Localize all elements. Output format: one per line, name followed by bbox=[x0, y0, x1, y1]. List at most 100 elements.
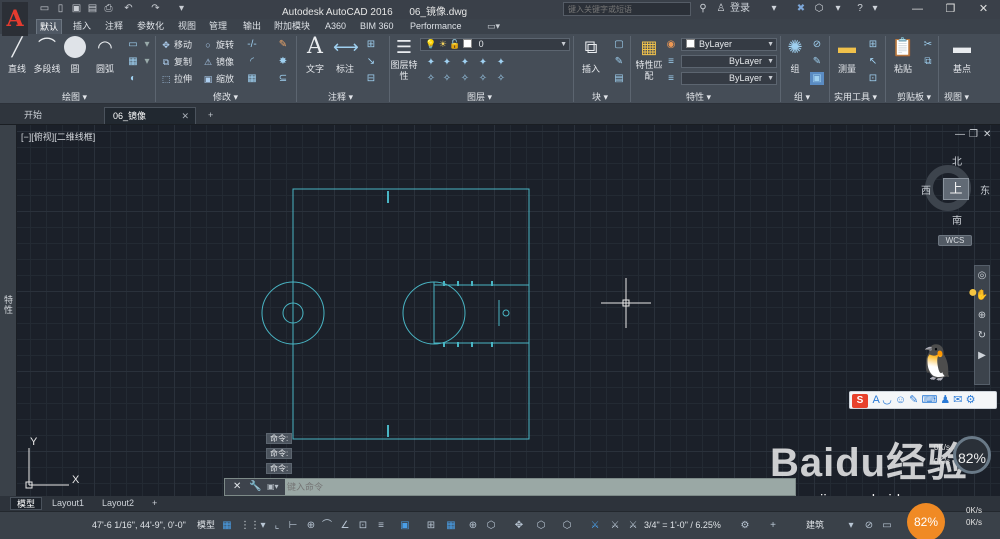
new-icon[interactable]: ▭ bbox=[38, 3, 51, 15]
isodraft-icon[interactable]: ⌒ bbox=[320, 518, 334, 533]
layer-tool-icon[interactable]: ✧ bbox=[424, 72, 438, 85]
group-select-icon[interactable]: ▣ bbox=[810, 72, 824, 85]
layer-tool-icon[interactable]: ✦ bbox=[476, 56, 490, 69]
panel-title-clipboard[interactable]: 剪贴板 ▾ bbox=[897, 91, 931, 103]
share-icon[interactable]: ▾ bbox=[175, 3, 188, 15]
leader-icon[interactable]: ↘ bbox=[364, 55, 378, 68]
fillet-icon[interactable]: ◜ bbox=[245, 55, 259, 68]
plot-icon[interactable]: ⎙ bbox=[102, 3, 115, 15]
utility-icon[interactable]: ⊡ bbox=[866, 72, 880, 85]
steering-wheel-icon[interactable]: ◎ bbox=[975, 266, 989, 286]
copy-tool[interactable]: ⧉ 复制 bbox=[160, 55, 192, 69]
quick-properties-icon[interactable]: ⬡ bbox=[560, 518, 574, 533]
customize-icon[interactable]: 🔧 bbox=[249, 479, 261, 495]
undo-icon[interactable]: ↶ bbox=[122, 3, 135, 15]
a360-icon[interactable]: ⬡ bbox=[812, 2, 826, 16]
panel-title-modify[interactable]: 修改 ▾ bbox=[213, 91, 238, 103]
qq-penguin-icon[interactable]: 🐧 bbox=[916, 340, 958, 386]
group-edit-icon[interactable]: ✎ bbox=[810, 55, 824, 68]
panel-title-view[interactable]: 视图 ▾ bbox=[944, 91, 969, 103]
viewcube[interactable]: 上 bbox=[943, 178, 969, 200]
panel-title-utilities[interactable]: 实用工具 ▾ bbox=[834, 91, 877, 103]
rotate-tool[interactable]: ○ 旋转 bbox=[202, 38, 234, 52]
close-button[interactable]: ✕ bbox=[967, 0, 1000, 19]
lightbulb-icon[interactable]: ● bbox=[968, 284, 978, 302]
panel-title-annotation[interactable]: 注释 ▾ bbox=[328, 91, 353, 103]
workspace-switch-icon[interactable]: ⚙ bbox=[738, 518, 752, 533]
block-attr-icon[interactable]: ▤ bbox=[612, 72, 626, 85]
trim-icon[interactable]: -/- bbox=[245, 38, 259, 51]
close-tab-icon[interactable]: ✕ bbox=[181, 108, 189, 125]
plus-icon[interactable]: + bbox=[766, 518, 780, 533]
dropdown-icon[interactable]: ▾ bbox=[140, 55, 154, 68]
ortho-icon[interactable]: ⊢ bbox=[286, 518, 300, 533]
circle-tool[interactable]: 圆 bbox=[58, 36, 92, 75]
help-icon[interactable]: ? bbox=[853, 2, 867, 16]
lineweight-status-icon[interactable]: ≡ bbox=[374, 518, 388, 533]
tab-layout2[interactable]: Layout2 bbox=[96, 497, 140, 510]
lineweight-dropdown[interactable]: ByLayer ▼ bbox=[681, 72, 777, 85]
tab-parametric[interactable]: 参数化 bbox=[134, 19, 167, 34]
annotation-autoscale-icon[interactable]: ⚔ bbox=[608, 518, 622, 533]
ucs-dynamic-icon[interactable]: ⊕ bbox=[466, 518, 480, 533]
gizmo-icon[interactable]: ✥ bbox=[512, 518, 526, 533]
sogou-input-toolbar[interactable]: S A ◡ ☺ ✎ ⌨ ♟ ✉ ⚙ bbox=[849, 391, 997, 409]
cut-icon[interactable]: ✂ bbox=[921, 38, 935, 51]
lineweight-icon[interactable]: ≡ bbox=[664, 72, 678, 85]
redo-icon[interactable]: ↷ bbox=[149, 3, 162, 15]
create-block-icon[interactable]: ▢ bbox=[612, 38, 626, 51]
tab-start[interactable]: 开始 bbox=[16, 107, 50, 124]
tab-manage[interactable]: 管理 bbox=[206, 19, 230, 34]
showmotion-icon[interactable]: ▶ bbox=[975, 346, 989, 366]
tab-drawing[interactable]: 06_镜像 ✕ bbox=[104, 107, 196, 124]
dropdown-icon[interactable]: ▾ bbox=[768, 2, 780, 16]
array-icon[interactable]: ▦ bbox=[245, 72, 259, 85]
panel-title-layers[interactable]: 图层 ▾ bbox=[467, 91, 492, 103]
layer-dropdown[interactable]: 💡 ☀ 🔓 0 ▼ bbox=[420, 38, 570, 51]
move-tool[interactable]: ✥ 移动 bbox=[160, 38, 192, 52]
line-tool[interactable]: ╱ 直线 bbox=[0, 36, 34, 75]
annotation-scale-icon[interactable]: ⚔ bbox=[626, 518, 640, 533]
mirror-tool[interactable]: ⚠ 镜像 bbox=[202, 55, 234, 69]
grid-icon[interactable]: ▦ bbox=[220, 518, 234, 533]
search-input[interactable] bbox=[563, 2, 691, 16]
layer-tool-icon[interactable]: ✧ bbox=[494, 72, 508, 85]
osnap-icon[interactable]: ⊡ bbox=[356, 518, 370, 533]
layer-tool-icon[interactable]: ✧ bbox=[440, 72, 454, 85]
infocenter-icon[interactable]: ⚲ bbox=[696, 2, 710, 16]
application-menu-button[interactable]: A bbox=[2, 2, 28, 36]
selection-cycling-icon[interactable]: ⊞ bbox=[424, 518, 438, 533]
annotation-monitor-icon[interactable]: ▦ bbox=[444, 518, 458, 533]
linear-dim-icon[interactable]: ⊞ bbox=[364, 38, 378, 51]
isolate-objects-icon[interactable]: ⊘ bbox=[862, 518, 876, 533]
tab-model[interactable]: 模型 bbox=[10, 497, 43, 510]
login-link[interactable]: 登录 bbox=[730, 2, 760, 16]
selection-filter-icon[interactable]: ⬡ bbox=[484, 518, 498, 533]
new-tab-button[interactable]: + bbox=[200, 107, 221, 124]
annotation-visibility-icon[interactable]: ⚔ bbox=[588, 518, 602, 533]
compass-south[interactable]: 南 bbox=[952, 212, 962, 227]
tab-addins[interactable]: 附加模块 bbox=[271, 19, 313, 34]
dropdown-icon[interactable]: ▾ bbox=[869, 2, 881, 16]
layer-tool-icon[interactable]: ✧ bbox=[458, 72, 472, 85]
coordinates-readout[interactable]: 47'-6 1/16", 44'-9", 0'-0" bbox=[92, 518, 186, 533]
tab-layout1[interactable]: Layout1 bbox=[46, 497, 90, 510]
restore-button[interactable]: ❐ bbox=[934, 0, 967, 19]
new-layout-button[interactable]: + bbox=[146, 497, 163, 510]
table-icon[interactable]: ⊟ bbox=[364, 72, 378, 85]
model-space-button[interactable]: 模型 bbox=[197, 518, 215, 533]
ungroup-icon[interactable]: ⊘ bbox=[810, 38, 824, 51]
exchange-icon[interactable]: ✖ bbox=[794, 2, 808, 16]
layer-tool-icon[interactable]: ✧ bbox=[476, 72, 490, 85]
panel-title-groups[interactable]: 组 ▾ bbox=[794, 91, 810, 103]
tab-default[interactable]: 默认 bbox=[36, 19, 63, 34]
zoom-icon[interactable]: ⊕ bbox=[975, 306, 989, 326]
units-icon[interactable]: ⬡ bbox=[534, 518, 548, 533]
dimension-tool[interactable]: ⟷ 标注 bbox=[328, 36, 362, 75]
color-dropdown[interactable]: ByLayer ▼ bbox=[681, 38, 777, 51]
hatch-icon[interactable]: ▦ bbox=[126, 55, 140, 68]
utility-icon[interactable]: ↖ bbox=[866, 55, 880, 68]
layer-tool-icon[interactable]: ✦ bbox=[494, 56, 508, 69]
save-icon[interactable]: ▣ bbox=[70, 3, 83, 15]
open-icon[interactable]: ▯ bbox=[54, 3, 67, 15]
